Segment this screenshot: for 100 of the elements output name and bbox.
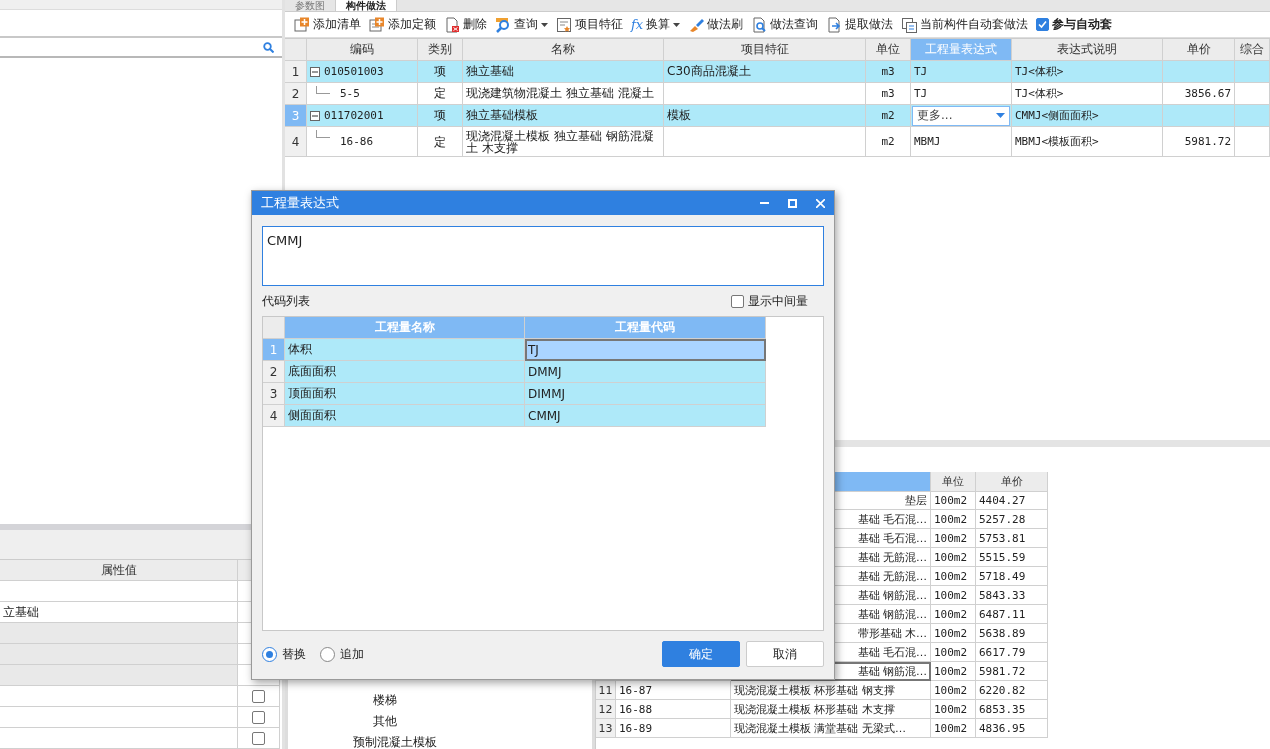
table-cell: 项 xyxy=(418,105,463,127)
minus-icon xyxy=(312,68,318,75)
table-cell xyxy=(1163,105,1235,127)
row-number[interactable]: 13 xyxy=(596,719,616,738)
table-cell: 16-87 xyxy=(616,681,731,700)
search-icon xyxy=(495,16,511,33)
radio-button[interactable] xyxy=(262,646,277,662)
document-search-icon xyxy=(751,16,768,33)
toolbar-button[interactable]: 当前构件自动套做法 xyxy=(898,14,1032,35)
row-number[interactable]: 4 xyxy=(285,127,307,157)
toolbar-button[interactable]: 查询 xyxy=(492,14,551,35)
table-cell xyxy=(1235,61,1270,83)
tree-item[interactable]: 预制混凝土模板 xyxy=(288,732,437,749)
table-cell: 100m2 xyxy=(931,662,976,681)
checkbox[interactable] xyxy=(252,731,265,745)
table-cell: CMMJ<侧面面积> xyxy=(1012,105,1163,127)
radio-button[interactable] xyxy=(320,646,335,662)
table-cell: 5753.81 xyxy=(976,529,1048,548)
table-cell: 100m2 xyxy=(931,700,976,719)
cancel-button[interactable]: 取消 xyxy=(746,641,824,667)
column-header[interactable]: 单价 xyxy=(1163,39,1235,61)
table-cell: 4836.95 xyxy=(976,719,1048,738)
table-cell: 6220.82 xyxy=(976,681,1048,700)
table-cell: 独立基础 xyxy=(463,61,664,83)
close-icon xyxy=(815,198,825,208)
tab[interactable]: 构件做法 xyxy=(336,0,397,11)
toolbar-button[interactable]: fx 换算 xyxy=(628,14,684,35)
toolbar-button[interactable]: 删除 xyxy=(441,14,490,35)
table-cell: 100m2 xyxy=(931,643,976,662)
checkbox[interactable] xyxy=(252,710,265,724)
row-number[interactable]: 12 xyxy=(596,700,616,719)
toolbar-button[interactable]: 做法刷 xyxy=(685,14,747,35)
toolbar-button[interactable]: 添加定额 xyxy=(366,14,439,35)
row-number[interactable]: 4 xyxy=(263,405,285,427)
table-cell[interactable]: 底面面积 xyxy=(285,361,525,383)
column-header[interactable]: 表达式说明 xyxy=(1012,39,1163,61)
table-cell: TJ<体积> xyxy=(1012,61,1163,83)
caret-icon xyxy=(541,22,548,27)
checkbox-label[interactable]: 参与自动套 xyxy=(1052,16,1113,33)
table-cell: 5981.72 xyxy=(976,662,1048,681)
column-header[interactable]: 项目特征 xyxy=(664,39,866,61)
table-cell: 5515.59 xyxy=(976,548,1048,567)
table-cell: MBMJ xyxy=(911,127,1012,157)
section-label: 代码列表 xyxy=(262,292,310,310)
maximize-icon xyxy=(787,198,797,208)
checkbox[interactable] xyxy=(252,689,265,703)
table-cell[interactable]: 体积 xyxy=(285,339,525,361)
row-number[interactable]: 2 xyxy=(285,83,307,105)
table-cell[interactable]: TJ xyxy=(525,339,766,361)
table-cell: 现浇混凝土模板 杯形基础 钢支撑 xyxy=(731,681,931,700)
minimize-icon xyxy=(759,202,769,204)
auto-apply-checkbox[interactable] xyxy=(1036,18,1050,31)
table-cell: 16-88 xyxy=(616,700,731,719)
confirm-button[interactable]: 确定 xyxy=(662,641,740,667)
row-number[interactable]: 2 xyxy=(263,361,285,383)
table-cell[interactable]: DMMJ xyxy=(525,361,766,383)
table-cell: 100m2 xyxy=(931,491,976,510)
column-header: 工程量名称 xyxy=(285,317,525,339)
column-header[interactable]: 综合 xyxy=(1235,39,1270,61)
checkbox-label[interactable]: 显示中间量 xyxy=(748,292,808,310)
table-cell xyxy=(1235,127,1270,157)
checkbox[interactable] xyxy=(731,294,744,308)
toolbar-button[interactable]: 项目特征 xyxy=(553,14,626,35)
row-number[interactable]: 3 xyxy=(263,383,285,405)
collapse-icon[interactable] xyxy=(310,110,320,121)
column-header[interactable]: 名称 xyxy=(463,39,664,61)
radio-label[interactable]: 替换 xyxy=(282,645,306,663)
toolbar-button[interactable]: 添加清单 xyxy=(291,14,364,35)
tree-item[interactable]: 其他 xyxy=(288,711,397,732)
table-cell[interactable]: CMMJ xyxy=(525,405,766,427)
table-cell: 独立基础模板 xyxy=(463,105,664,127)
row-number[interactable]: 1 xyxy=(285,61,307,83)
table-cell: 项 xyxy=(418,61,463,83)
table-cell: m2 xyxy=(866,105,911,127)
code-text: 011702001 xyxy=(324,109,384,122)
table-cell[interactable]: 侧面面积 xyxy=(285,405,525,427)
expression-field[interactable]: CMMJ xyxy=(262,226,824,286)
column-header[interactable]: 类别 xyxy=(418,39,463,61)
radio-label[interactable]: 追加 xyxy=(340,645,364,663)
table-cell[interactable]: 顶面面积 xyxy=(285,383,525,405)
column-header: 属性值 xyxy=(0,560,238,581)
tree-item[interactable]: 楼梯 xyxy=(288,690,397,711)
table-cell[interactable]: DIMMJ xyxy=(525,383,766,405)
search-icon[interactable] xyxy=(263,41,274,53)
brush-icon xyxy=(688,16,705,33)
expression-dropdown[interactable]: 更多... xyxy=(912,105,1010,126)
collapse-icon[interactable] xyxy=(310,66,320,77)
table-cell: 100m2 xyxy=(931,681,976,700)
row-number[interactable]: 11 xyxy=(596,681,616,700)
function-icon: fx xyxy=(631,17,644,32)
table-cell: MBMJ<模板面积> xyxy=(1012,127,1163,157)
column-header[interactable]: 单位 xyxy=(866,39,911,61)
toolbar-button[interactable]: 做法查询 xyxy=(748,14,822,35)
table-cell: 5257.28 xyxy=(976,510,1048,529)
table-cell: 16-89 xyxy=(616,719,731,738)
table-cell: 6487.11 xyxy=(976,605,1048,624)
column-header[interactable]: 编码 xyxy=(307,39,418,61)
toolbar-button[interactable]: 提取做法 xyxy=(823,14,897,35)
dialog-title: 工程量表达式 xyxy=(261,194,339,212)
column-header: 单价 xyxy=(976,472,1048,492)
